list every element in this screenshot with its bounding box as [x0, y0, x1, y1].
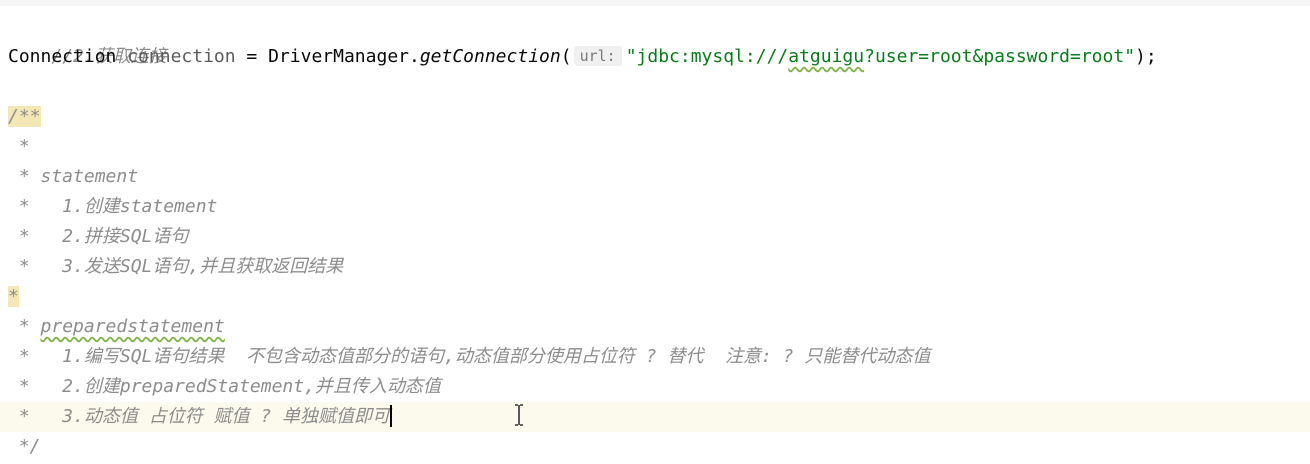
string-rest-token: ?user=root&password=root": [864, 46, 1136, 67]
type-token: Connection: [8, 46, 117, 67]
code-editor[interactable]: //2.获取连接 Connection connection = DriverM…: [0, 0, 1310, 464]
ibeam-cursor-icon: [515, 404, 523, 426]
class-token: DriverManager.: [268, 46, 420, 67]
comment-word-typo: preparedstatement: [40, 316, 225, 337]
editor-top-edge: [0, 0, 1310, 6]
comment-text: *: [8, 136, 30, 157]
string-db-token: atguigu: [788, 46, 865, 67]
comment-prefix: *: [8, 316, 41, 337]
comment-text: * 1.编写SQL语句结果 不包含动态值部分的语句,动态值部分使用占位符 ? 替…: [8, 346, 931, 367]
code-line-4[interactable]: /**: [0, 102, 1310, 132]
code-line-15[interactable]: */: [0, 432, 1310, 462]
comment-text: * 1.创建statement: [8, 196, 218, 217]
string-prefix-token: "jdbc:mysql:///: [625, 46, 789, 67]
doc-comment-close: */: [8, 436, 41, 457]
code-line-14-current[interactable]: * 3.动态值 占位符 赋值 ? 单独赋值即可: [0, 402, 1310, 432]
code-line-8[interactable]: * 2.拼接SQL语句: [0, 222, 1310, 252]
code-line-6[interactable]: * statement: [0, 162, 1310, 192]
method-token: getConnection: [419, 46, 561, 67]
comment-star-highlight: *: [8, 286, 19, 307]
code-line-7[interactable]: * 1.创建statement: [0, 192, 1310, 222]
code-line-13[interactable]: * 2.创建preparedStatement,并且传入动态值: [0, 372, 1310, 402]
code-line-9[interactable]: * 3.发送SQL语句,并且获取返回结果: [0, 252, 1310, 282]
variable-token: connection: [127, 46, 236, 67]
text-caret: [390, 405, 393, 427]
code-line-11[interactable]: * preparedstatement: [0, 312, 1310, 342]
code-line-5[interactable]: *: [0, 132, 1310, 162]
code-line-2[interactable]: Connection connection = DriverManager.ge…: [0, 42, 1310, 72]
code-line-10[interactable]: *: [0, 282, 1310, 312]
comment-text: * 2.拼接SQL语句: [8, 226, 189, 247]
comment-text: * statement: [8, 166, 139, 187]
comment-text: * 3.发送SQL语句,并且获取返回结果: [8, 256, 344, 277]
close-paren-token: );: [1135, 46, 1157, 67]
comment-text: * 2.创建preparedStatement,并且传入动态值: [8, 376, 441, 397]
open-paren-token: (: [560, 46, 572, 67]
comment-text: * 3.动态值 占位符 赋值 ? 单独赋值即可: [8, 406, 391, 427]
assign-token: =: [235, 46, 269, 67]
code-line-12[interactable]: * 1.编写SQL语句结果 不包含动态值部分的语句,动态值部分使用占位符 ? 替…: [0, 342, 1310, 372]
code-line-1[interactable]: //2.获取连接: [0, 12, 1310, 67]
parameter-hint: url:: [573, 46, 622, 66]
doc-comment-open: /**: [8, 106, 41, 127]
